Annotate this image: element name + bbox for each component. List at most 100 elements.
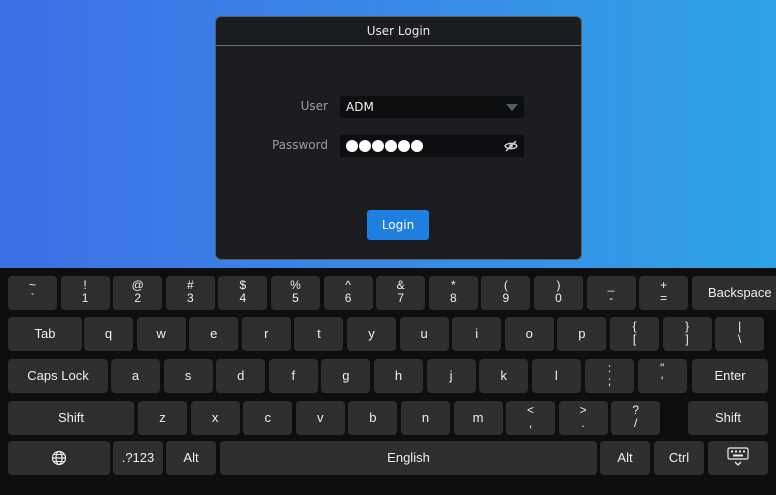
key-k[interactable]: k	[479, 359, 529, 393]
key-label: z	[159, 410, 166, 425]
key-label: 0	[555, 291, 562, 305]
key-shift-label: :	[607, 361, 612, 375]
key-t[interactable]: t	[294, 317, 344, 351]
space-key[interactable]: English	[220, 441, 597, 475]
key-o[interactable]: o	[504, 317, 554, 351]
key-q[interactable]: q	[84, 317, 133, 351]
password-mask-dot	[385, 140, 397, 152]
key-5[interactable]: % 5	[271, 276, 320, 310]
key-label: i	[475, 326, 479, 341]
key-0[interactable]: ) 0	[534, 276, 583, 310]
key-label: /	[634, 416, 638, 430]
left-alt-key[interactable]: Alt	[166, 441, 216, 475]
key-label: 5	[292, 291, 299, 305]
key-x[interactable]: x	[190, 401, 240, 435]
key-shift-label: %	[290, 278, 301, 292]
key-shift-label: <	[526, 403, 534, 417]
user-select[interactable]: ADM	[340, 96, 524, 118]
key-left-brace[interactable]: {[	[610, 317, 659, 351]
key-label: 1	[81, 291, 89, 305]
chevron-down-icon[interactable]	[506, 104, 518, 111]
key-w[interactable]: w	[136, 317, 186, 351]
num-mode-key[interactable]: .?123	[113, 441, 163, 475]
key-y[interactable]: y	[347, 317, 396, 351]
dialog-title: User Login	[216, 17, 581, 46]
key-d[interactable]: d	[216, 359, 266, 393]
key-v[interactable]: v	[295, 401, 345, 435]
key-e[interactable]: e	[189, 317, 239, 351]
on-screen-keyboard: ~ `! 1 @2 #3 $4% 5 ^ 6 & 7 * 8(9) 0 _ - + = Backspace Tab q w…	[0, 268, 776, 495]
key-h[interactable]: h	[374, 359, 423, 393]
key-question[interactable]: ? /	[611, 401, 661, 435]
key-f[interactable]: f	[268, 359, 318, 393]
key-label: ,	[528, 416, 533, 430]
key-label: f	[291, 368, 296, 383]
key-u[interactable]: u	[399, 317, 449, 351]
key-label: y	[368, 326, 375, 341]
language-key[interactable]	[8, 441, 110, 475]
key-j[interactable]: j	[426, 359, 476, 393]
key-b[interactable]: b	[348, 401, 398, 435]
key-label: .?123	[121, 450, 155, 465]
key-a[interactable]: a	[111, 359, 160, 393]
key-label: o	[525, 326, 533, 341]
key-i[interactable]: i	[452, 317, 502, 351]
key-pipe[interactable]: | \	[715, 317, 765, 351]
eye-off-icon[interactable]	[504, 139, 518, 153]
key-l[interactable]: l	[531, 359, 581, 393]
key-less-than[interactable]: <,	[506, 401, 555, 435]
ctrl-key[interactable]: Ctrl	[654, 441, 704, 475]
key-7[interactable]: & 7	[376, 276, 426, 310]
key--[interactable]: _ -	[586, 276, 636, 310]
key-label: j	[449, 368, 453, 383]
left-shift-key[interactable]: Shift	[8, 401, 134, 435]
password-mask-dot	[372, 140, 384, 152]
key-shift-label: )	[556, 278, 561, 292]
key-m[interactable]: m	[453, 401, 503, 435]
key-greater-than[interactable]: >.	[558, 401, 608, 435]
user-value: ADM	[346, 100, 374, 114]
password-mask	[346, 140, 423, 152]
key-c[interactable]: c	[243, 401, 293, 435]
key-backtick[interactable]: ~ `	[8, 276, 57, 310]
key-shift-label: ^	[345, 278, 351, 292]
key-label: v	[317, 410, 324, 425]
key-4[interactable]: $4	[218, 276, 268, 310]
hide-keyboard-key[interactable]	[708, 441, 768, 475]
key-=[interactable]: + =	[639, 276, 689, 310]
key-9[interactable]: (9	[481, 276, 531, 310]
password-field[interactable]	[340, 135, 524, 157]
key-3[interactable]: #3	[165, 276, 215, 310]
key-8[interactable]: * 8	[428, 276, 478, 310]
password-row: Password	[216, 135, 581, 157]
key-label: Alt	[617, 450, 633, 465]
key-6[interactable]: ^ 6	[323, 276, 373, 310]
backspace-key[interactable]: Backspace	[692, 276, 776, 310]
key-z[interactable]: z	[138, 401, 187, 435]
key-label: t	[317, 326, 321, 341]
key-2[interactable]: @2	[113, 276, 163, 310]
key-p[interactable]: p	[557, 317, 607, 351]
user-label: User	[300, 99, 328, 113]
enter-key[interactable]: Enter	[692, 359, 768, 393]
key-label: h	[394, 368, 403, 383]
key-shift-label: +	[660, 278, 668, 292]
key-r[interactable]: r	[241, 317, 291, 351]
key-1[interactable]: ! 1	[60, 276, 110, 310]
caps-lock-key[interactable]: Caps Lock	[8, 359, 108, 393]
login-button[interactable]: Login	[367, 210, 429, 240]
right-alt-key[interactable]: Alt	[600, 441, 650, 475]
key-colon[interactable]: :;	[585, 359, 634, 393]
key-right-brace[interactable]: }]	[662, 317, 712, 351]
key-label: .	[581, 416, 585, 430]
key-s[interactable]: s	[163, 359, 213, 393]
key-n[interactable]: n	[401, 401, 450, 435]
key-g[interactable]: g	[321, 359, 371, 393]
password-mask-dot	[346, 140, 358, 152]
key-quote[interactable]: " '	[637, 359, 687, 393]
password-label: Password	[271, 138, 328, 152]
right-shift-key[interactable]: Shift	[688, 401, 768, 435]
key-label: 8	[449, 291, 457, 305]
tab-key[interactable]: Tab	[8, 317, 82, 351]
key-shift-label: !	[83, 278, 87, 292]
